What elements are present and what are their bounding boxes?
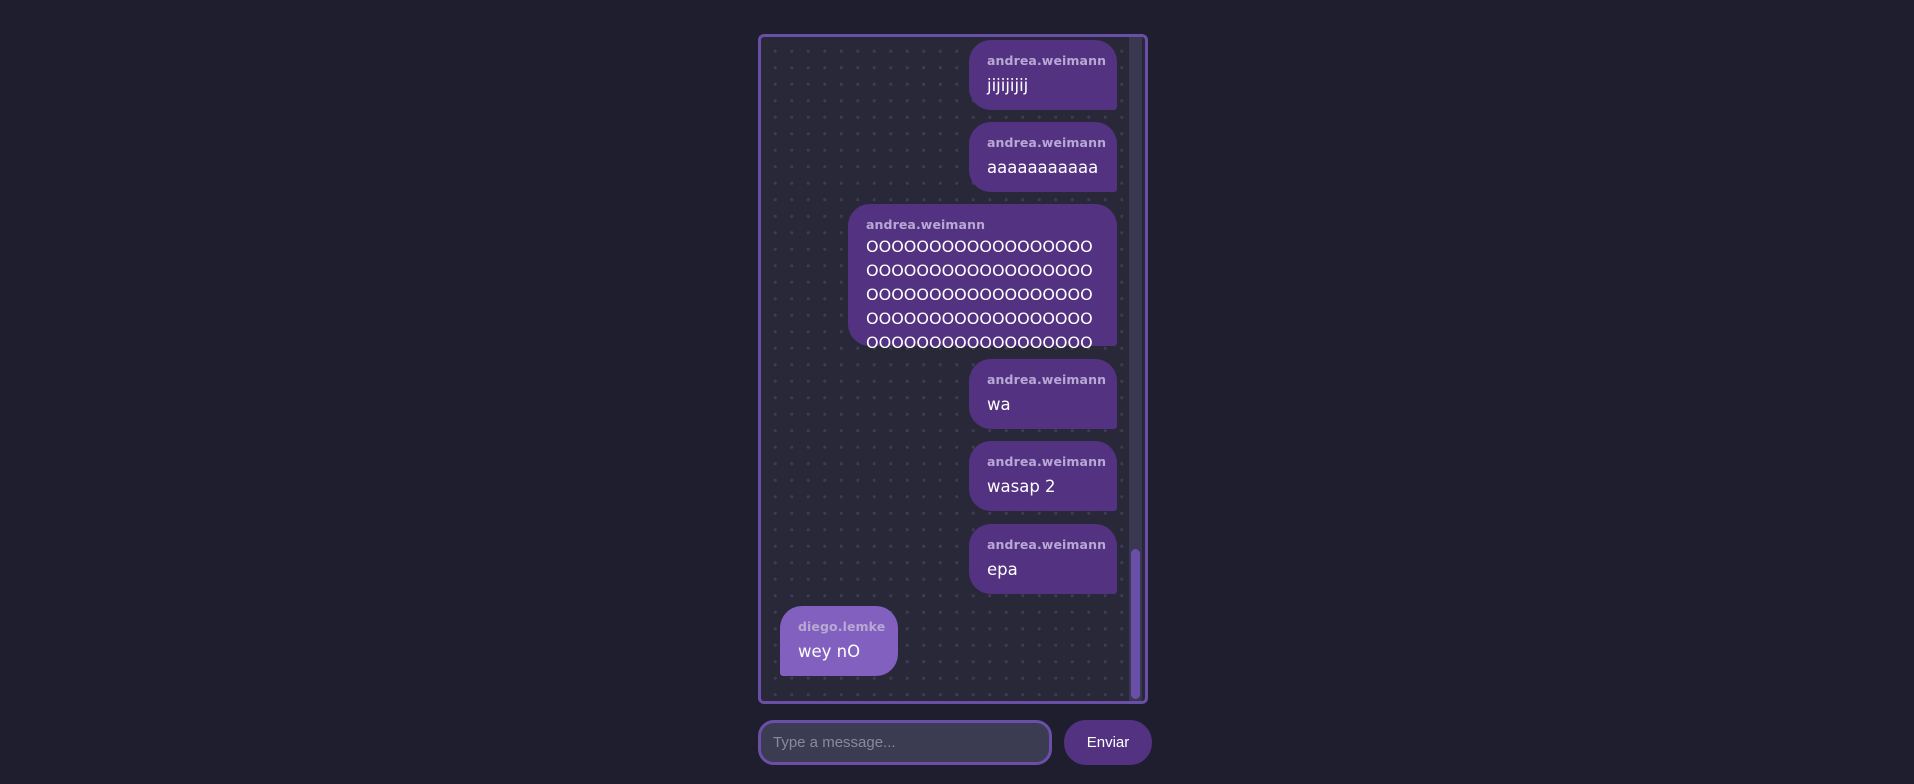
message-author: andrea.weimann — [987, 135, 1107, 150]
scrollbar-thumb[interactable] — [1131, 549, 1140, 699]
message-text: aaaaaaaaaaa — [987, 158, 1099, 177]
chat-window[interactable]: andrea.weimann jijijijij andrea.weimann … — [758, 34, 1148, 704]
message-text: epa — [987, 560, 1018, 579]
message-bubble: andrea.weimann jijijijij — [969, 40, 1117, 110]
message-author: andrea.weimann — [987, 454, 1107, 469]
message-bubble: andrea.weimann aaaaaaaaaaa — [969, 122, 1117, 192]
message-author: diego.lemke — [798, 619, 886, 634]
message-bubble: diego.lemke wey nO — [780, 606, 898, 676]
message-input[interactable] — [758, 720, 1052, 765]
message-list[interactable]: andrea.weimann jijijijij andrea.weimann … — [761, 37, 1133, 701]
message-author: andrea.weimann — [866, 217, 986, 232]
message-text: wa — [987, 395, 1011, 414]
message-author: andrea.weimann — [987, 537, 1107, 552]
message-author: andrea.weimann — [987, 53, 1107, 68]
message-text: wasap 2 — [987, 477, 1056, 496]
message-bubble: andrea.weimann OOOOOOOOOOOOOOOOOOOOOOOOO… — [848, 204, 1117, 352]
message-author: andrea.weimann — [987, 372, 1107, 387]
message-text: wey nO — [798, 642, 861, 661]
message-text: OOOOOOOOOOOOOOOOOOOOOOOOOOOOOOOOOOOOOOOO… — [866, 237, 1093, 352]
message-bubble: andrea.weimann epa — [969, 524, 1117, 594]
send-button[interactable]: Enviar — [1064, 720, 1152, 765]
message-bubble: andrea.weimann wasap 2 — [969, 441, 1117, 511]
scrollbar[interactable] — [1129, 37, 1142, 701]
message-text: jijijijij — [987, 76, 1029, 95]
message-bubble: andrea.weimann wa — [969, 359, 1117, 429]
